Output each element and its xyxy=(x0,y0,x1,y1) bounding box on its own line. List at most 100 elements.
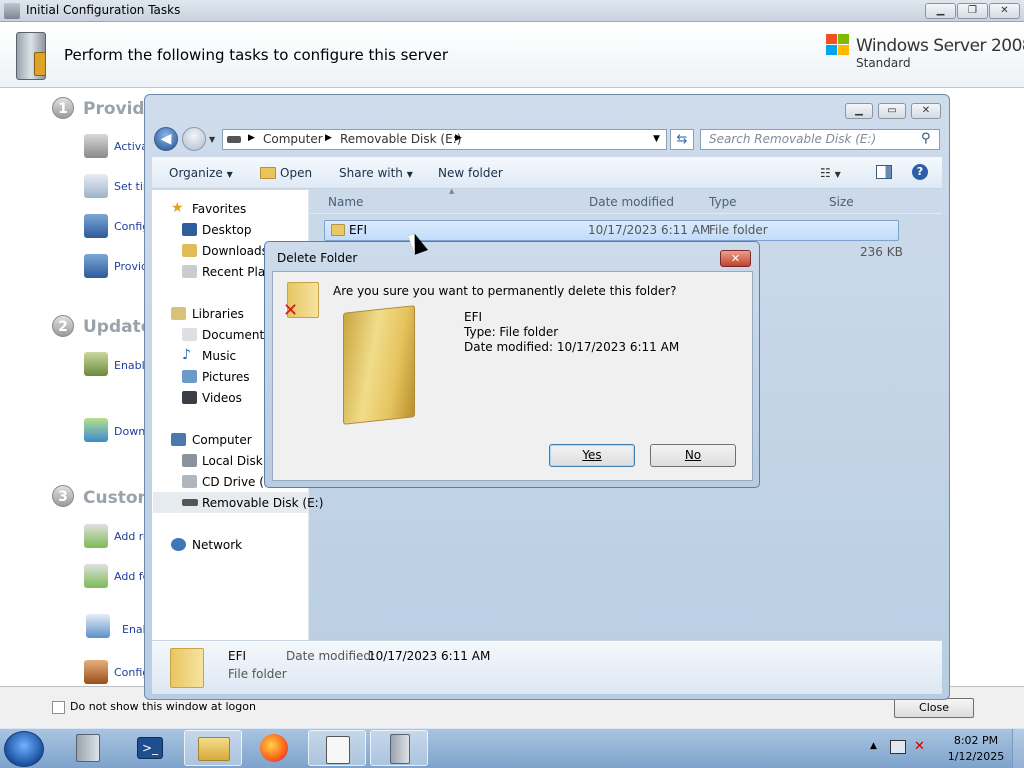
taskbar-notepad[interactable] xyxy=(308,730,366,766)
address-dropdown-icon[interactable]: ▼ xyxy=(653,134,660,144)
open-button[interactable]: Open xyxy=(280,166,312,180)
close-button[interactable]: Close xyxy=(894,698,974,718)
column-type[interactable]: Type xyxy=(709,195,737,209)
add-features-icon xyxy=(84,564,108,588)
view-options-icon[interactable]: ☷ ▼ xyxy=(820,166,841,180)
new-folder-button[interactable]: New folder xyxy=(438,166,503,180)
server-badge-icon xyxy=(34,52,46,76)
search-box[interactable]: Search Removable Disk (E:) ⚲ xyxy=(700,129,940,150)
server-config-icon xyxy=(390,734,410,764)
details-name: EFI xyxy=(228,649,247,663)
command-bar: Organize ▼ Open Share with ▼ New folder … xyxy=(152,157,942,189)
chevron-down-icon: ▼ xyxy=(406,170,413,179)
dialog-body: ✕ Are you sure you want to permanently d… xyxy=(272,271,753,481)
clock-time[interactable]: 8:02 PM xyxy=(946,734,1006,747)
computer-icon xyxy=(171,433,186,446)
nav-favorites[interactable]: Favorites xyxy=(192,202,246,216)
show-desktop-button[interactable] xyxy=(1012,729,1024,768)
removable-disk-icon xyxy=(182,499,198,506)
column-date-modified[interactable]: Date modified xyxy=(589,195,674,209)
dialog-title: Delete Folder xyxy=(277,251,358,265)
close-window-button[interactable]: ✕ xyxy=(989,3,1020,19)
task-link-provide-name[interactable]: Provid xyxy=(114,260,148,273)
search-icon[interactable]: ⚲ xyxy=(921,131,931,146)
nav-videos[interactable]: Videos xyxy=(202,391,242,405)
file-name: EFI xyxy=(349,223,368,237)
explorer-minimize-button[interactable]: ▁ xyxy=(845,103,873,119)
clock-date[interactable]: 1/12/2025 xyxy=(946,750,1006,763)
network-icon xyxy=(171,538,186,551)
ict-header-text: Perform the following tasks to configure… xyxy=(64,46,449,64)
yes-label: Yes xyxy=(582,448,602,462)
nav-computer[interactable]: Computer xyxy=(192,433,252,447)
taskbar-powershell[interactable]: >_ xyxy=(122,730,180,766)
nav-music[interactable]: Music xyxy=(202,349,236,363)
breadcrumb-chevron-icon[interactable]: ▶ xyxy=(455,133,462,143)
forward-button[interactable] xyxy=(182,127,206,151)
delete-x-icon: ✕ xyxy=(283,300,299,321)
yes-button[interactable]: Yes xyxy=(549,444,635,467)
task-link-activate[interactable]: Activa xyxy=(114,140,148,153)
start-button[interactable] xyxy=(4,731,44,767)
section-title: Update xyxy=(83,317,153,337)
explorer-maximize-button[interactable]: ▭ xyxy=(878,103,906,119)
folder-icon xyxy=(331,224,345,236)
dont-show-checkbox[interactable] xyxy=(52,701,65,714)
server-manager-icon xyxy=(76,734,100,762)
explorer-close-button[interactable]: ✕ xyxy=(911,103,941,119)
nav-removable-disk[interactable]: Removable Disk (E:) xyxy=(202,496,323,510)
file-type: File folder xyxy=(709,223,768,237)
desktop-icon xyxy=(182,223,197,236)
breadcrumb-chevron-icon[interactable]: ▶ xyxy=(325,133,332,143)
windows-flag-icon xyxy=(826,34,850,56)
share-with-menu[interactable]: Share with ▼ xyxy=(339,166,413,180)
minimize-button[interactable]: ▁ xyxy=(925,3,956,19)
breadcrumb-chevron-icon[interactable]: ▶ xyxy=(248,133,255,143)
product-name: Windows Server 2008 R2 xyxy=(856,36,1024,56)
network-tray-icon[interactable] xyxy=(890,740,906,754)
search-input[interactable]: Search Removable Disk (E:) xyxy=(709,132,876,146)
drive-icon xyxy=(227,136,241,143)
taskbar-initial-config[interactable] xyxy=(370,730,428,766)
users-icon xyxy=(84,352,108,376)
details-date-label: Date modified: xyxy=(286,649,376,663)
product-edition: Standard xyxy=(856,56,911,70)
organize-menu[interactable]: Organize ▼ xyxy=(169,166,233,180)
maximize-button[interactable]: ❐ xyxy=(957,3,988,19)
nav-libraries[interactable]: Libraries xyxy=(192,307,244,321)
breadcrumb-removable-disk[interactable]: Removable Disk (E:) xyxy=(340,132,461,146)
computer-name-icon xyxy=(84,254,108,278)
cd-drive-icon xyxy=(182,475,197,488)
powershell-icon: >_ xyxy=(137,737,163,759)
tray-chevron-icon[interactable]: ▲ xyxy=(870,741,877,751)
local-disk-icon xyxy=(182,454,197,467)
back-button[interactable]: ◀ xyxy=(154,127,178,151)
refresh-icon[interactable]: ⇆ xyxy=(670,129,694,150)
file-size: 236 KB xyxy=(860,245,903,259)
history-dropdown-icon[interactable]: ▼ xyxy=(209,135,215,144)
no-button[interactable]: No xyxy=(650,444,736,467)
help-icon[interactable]: ? xyxy=(912,164,928,180)
ict-window-title: Initial Configuration Tasks xyxy=(26,3,181,17)
dialog-close-button[interactable]: ✕ xyxy=(720,250,751,267)
nav-network[interactable]: Network xyxy=(192,538,242,552)
pictures-icon xyxy=(182,370,197,383)
star-icon: ★ xyxy=(171,200,184,216)
file-date: 10/17/2023 6:11 AM xyxy=(588,223,711,237)
firefox-icon xyxy=(260,734,288,762)
breadcrumb-computer[interactable]: Computer xyxy=(263,132,323,146)
address-bar[interactable]: ▶ Computer ▶ Removable Disk (E:) ▶ ▼ xyxy=(222,129,667,150)
dialog-item-date: Date modified: 10/17/2023 6:11 AM xyxy=(464,340,680,354)
volume-muted-icon[interactable]: ✕ xyxy=(914,739,925,754)
nav-pictures[interactable]: Pictures xyxy=(202,370,250,384)
preview-pane-icon[interactable] xyxy=(876,165,892,179)
taskbar-server-manager[interactable] xyxy=(60,730,118,766)
dialog-item-type: Type: File folder xyxy=(464,325,559,339)
add-roles-icon xyxy=(84,524,108,548)
taskbar-firefox[interactable] xyxy=(246,730,304,766)
column-size[interactable]: Size xyxy=(829,195,854,209)
nav-desktop[interactable]: Desktop xyxy=(202,223,252,237)
column-name[interactable]: Name xyxy=(328,195,363,209)
taskbar-explorer[interactable] xyxy=(184,730,242,766)
details-pane: EFI Date modified: 10/17/2023 6:11 AM Fi… xyxy=(152,640,942,694)
